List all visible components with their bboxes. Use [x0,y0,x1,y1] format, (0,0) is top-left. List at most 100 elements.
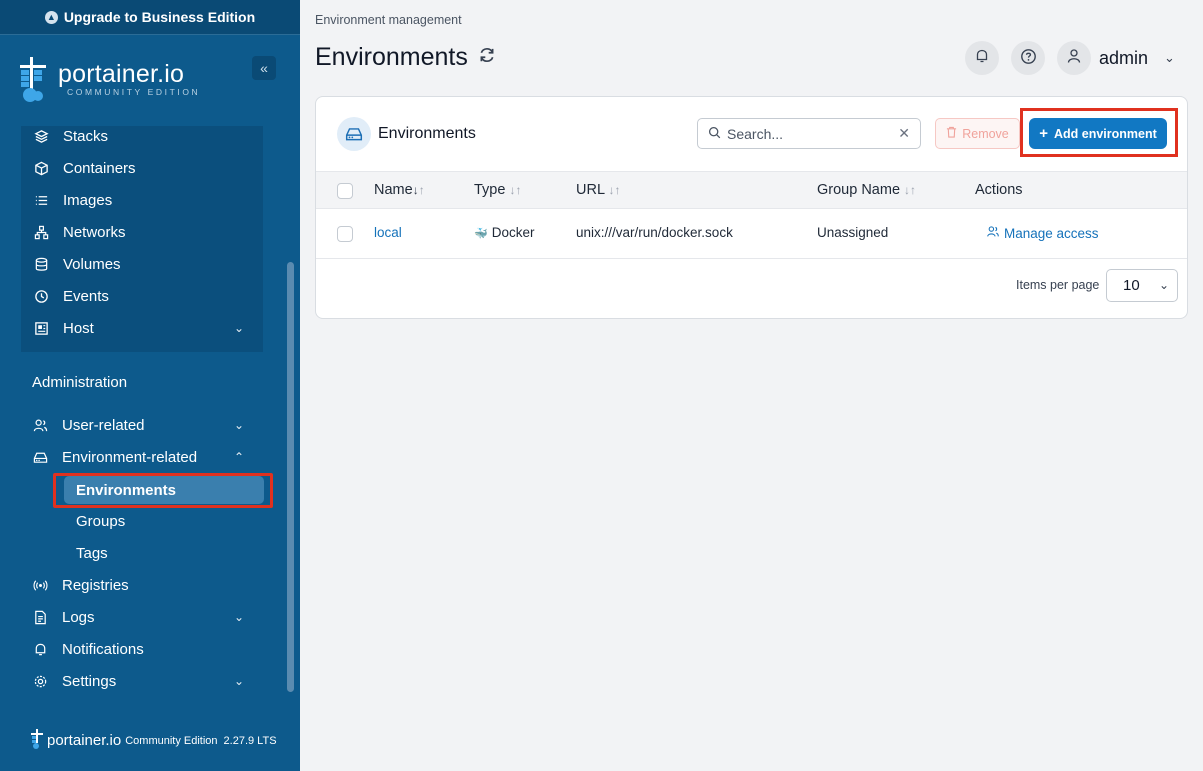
footer-edition: Community Edition [125,734,218,747]
file-text-icon [32,609,48,625]
sidebar-item-networks[interactable]: Networks [33,220,126,244]
chevron-up-icon[interactable]: ⌃ [234,450,244,464]
items-per-page-label: Items per page [1016,278,1100,292]
column-name[interactable]: Name↓↑ [374,182,425,198]
environment-name-link[interactable]: local [374,225,402,240]
sidebar-item-tags[interactable]: Tags [76,541,108,565]
help-circle-icon [1020,48,1037,69]
portainer-logo-icon [18,55,52,103]
sidebar-item-volumes[interactable]: Volumes [33,252,121,276]
search-icon [708,126,721,142]
sidebar-item-events[interactable]: Events [33,284,109,308]
chevron-down-icon[interactable]: ⌄ [1164,50,1175,66]
sidebar-item-label: Notifications [62,640,144,658]
sidebar-item-registries[interactable]: Registries [32,573,129,597]
sidebar-item-notifications[interactable]: Notifications [32,637,144,661]
portainer-logo[interactable]: portainer.io COMMUNITY EDITION [18,55,200,103]
items-per-page-select[interactable]: 10 ⌄ [1106,269,1178,302]
upgrade-label: Upgrade to Business Edition [63,9,256,25]
sidebar-item-label: Volumes [63,255,121,273]
sidebar: ▲ Upgrade to Business Edition portainer.… [0,0,300,771]
radio-icon [32,577,48,593]
sidebar-scrollbar[interactable] [287,262,294,692]
sidebar-item-user-related[interactable]: User-related [32,413,145,437]
sidebar-item-containers[interactable]: Containers [33,156,136,180]
column-url[interactable]: URL ↓↑ [576,182,621,198]
network-icon [33,224,49,240]
sidebar-item-label: Settings [62,672,117,690]
sidebar-item-label: Logs [62,608,95,626]
environments-card: Environments Search... ✕ Remove + Add en… [315,96,1188,319]
sidebar-item-host[interactable]: Host [33,316,94,340]
sidebar-item-logs[interactable]: Logs [32,605,95,629]
portainer-small-logo-icon [31,729,43,752]
column-group-name[interactable]: Group Name ↓↑ [817,182,916,198]
images-icon [33,192,49,208]
column-label: Group Name [817,182,901,198]
user-name[interactable]: admin [1099,48,1148,69]
sidebar-item-label: Networks [63,223,126,241]
row-checkbox[interactable] [337,226,353,242]
table-row: local 🐳 Docker unix:///var/run/docker.soc… [316,209,1187,259]
sidebar-item-stacks[interactable]: Stacks [33,124,108,148]
chevron-down-icon[interactable]: ⌄ [234,674,244,688]
clock-icon [33,288,49,304]
manage-access-label: Manage access [1004,226,1099,241]
logo-name: portainer.io [58,60,185,88]
host-icon [33,320,49,336]
sort-icon: ↑ [418,183,425,197]
gear-icon [32,673,48,689]
search-input[interactable]: Search... ✕ [697,118,921,149]
sidebar-item-groups[interactable]: Groups [76,509,125,533]
environment-type: 🐳 Docker [474,225,534,240]
manage-access-link[interactable]: Manage access [986,225,1099,241]
sidebar-item-label: Containers [63,159,136,177]
users-icon [32,417,48,433]
select-all-checkbox[interactable] [337,183,353,199]
column-label: Name [374,182,413,198]
sidebar-item-settings[interactable]: Settings [32,669,116,693]
logo-subtitle: COMMUNITY EDITION [67,87,201,97]
chevron-down-icon[interactable]: ⌄ [234,418,244,432]
arrow-up-circle-icon: ▲ [44,10,58,24]
sidebar-item-label: User-related [62,416,145,434]
chevron-down-icon[interactable]: ⌄ [234,610,244,624]
sidebar-item-environment-related[interactable]: Environment-related [32,445,197,469]
items-per-page-value: 10 [1123,277,1140,294]
upgrade-banner[interactable]: ▲ Upgrade to Business Edition [0,0,300,35]
sidebar-footer: portainer.io Community Edition 2.27.9 LT… [31,729,277,752]
collapse-sidebar-button[interactable]: « [252,56,276,80]
footer-version: 2.27.9 LTS [223,734,277,747]
column-type[interactable]: Type ↓↑ [474,182,521,198]
chevrons-left-icon: « [260,60,268,76]
volume-icon [33,256,49,272]
sort-icon: ↓↑ [904,183,917,197]
sidebar-item-label: Host [63,319,94,337]
users-icon [986,226,1000,241]
bell-icon [974,48,990,68]
refresh-icon[interactable] [478,46,496,70]
search-placeholder: Search... [727,125,784,142]
chevron-down-icon[interactable]: ⌄ [234,321,244,335]
trash-icon [946,126,957,141]
hard-drive-icon [32,449,48,465]
sidebar-item-label: Registries [62,576,129,594]
chevron-down-icon: ⌄ [1158,278,1169,292]
notifications-button[interactable] [965,41,999,75]
breadcrumb[interactable]: Environment management [315,13,462,27]
column-actions: Actions [975,182,1023,198]
user-avatar[interactable] [1057,41,1091,75]
remove-button[interactable]: Remove [935,118,1020,149]
environment-group: Unassigned [817,225,889,240]
sidebar-item-label: Events [63,287,109,305]
sort-icon: ↓↑ [608,183,621,197]
help-button[interactable] [1011,41,1045,75]
docker-icon: 🐳 [474,228,488,240]
footer-name: portainer.io [47,732,122,749]
close-icon[interactable]: ✕ [898,125,910,142]
page-title-text: Environments [315,43,468,71]
sidebar-item-images[interactable]: Images [33,188,112,212]
bell-icon [32,641,48,657]
highlight-environments [53,473,273,508]
administration-title: Administration [32,374,128,391]
